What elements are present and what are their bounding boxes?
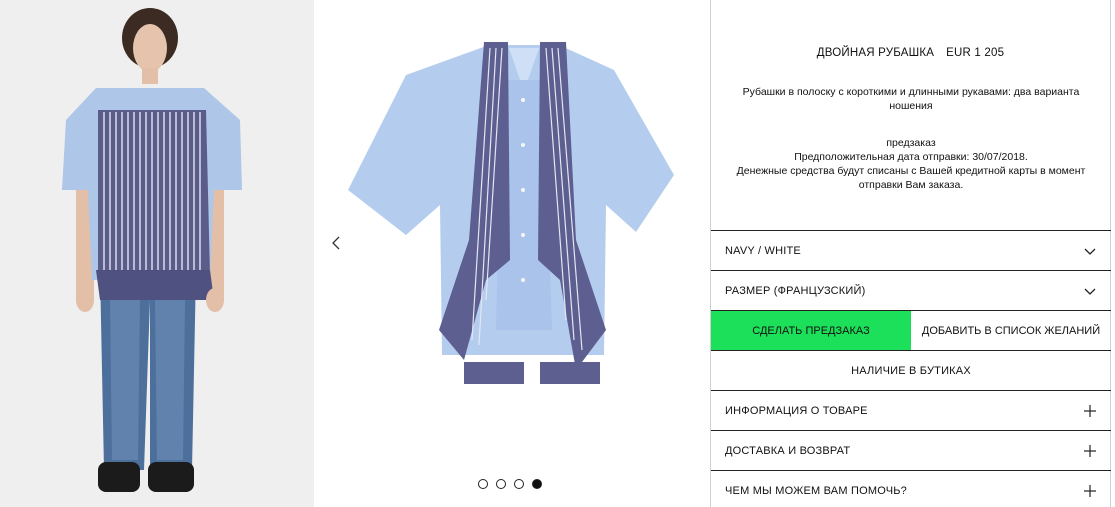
product-panel: ДВОЙНАЯ РУБАШКА EUR 1 205 Рубашки в полос… [710, 0, 1111, 507]
product-photo [314, 0, 710, 507]
gallery-dot-4[interactable] [532, 479, 542, 489]
preorder-button[interactable]: СДЕЛАТЬ ПРЕДЗАКАЗ [711, 311, 911, 350]
product-description: Рубашки в полоску с короткими и длинными… [742, 86, 1080, 112]
chevron-left-icon [332, 236, 340, 250]
color-select-value: NAVY / WHITE [725, 244, 801, 257]
model-photo [0, 0, 314, 507]
size-select-label: РАЗМЕР (ФРАНЦУЗСКИЙ) [725, 284, 866, 297]
accordion-delivery-returns[interactable]: ДОСТАВКА И ВОЗВРАТ [711, 430, 1111, 470]
plus-icon [1084, 484, 1096, 497]
product-name: ДВОЙНАЯ РУБАШКА [816, 47, 935, 59]
gallery-dot-2[interactable] [496, 479, 506, 489]
size-select[interactable]: РАЗМЕР (ФРАНЦУЗСКИЙ) [711, 270, 1111, 310]
purchase-actions: СДЕЛАТЬ ПРЕДЗАКАЗ ДОБАВИТЬ В СПИСОК ЖЕЛА… [711, 310, 1111, 350]
accordion-label: ЧЕМ МЫ МОЖЕМ ВАМ ПОМОЧЬ? [725, 484, 907, 497]
gallery-pagination [478, 479, 542, 493]
boutique-availability-label: НАЛИЧИЕ В БУТИКАХ [851, 364, 971, 377]
product-photo-illustration [314, 0, 710, 507]
charge-note: Денежные средства будут списаны с Вашей … [736, 165, 1086, 191]
plus-icon [1084, 404, 1096, 417]
product-title: ДВОЙНАЯ РУБАШКА EUR 1 205 [711, 47, 1110, 59]
gallery-dot-3[interactable] [514, 479, 524, 489]
chevron-down-icon [1084, 288, 1096, 295]
preorder-label: предзаказ [886, 137, 936, 149]
accordion-label: ДОСТАВКА И ВОЗВРАТ [725, 444, 851, 457]
gallery-dot-1[interactable] [478, 479, 488, 489]
product-price: EUR 1 205 [946, 47, 1005, 59]
model-photo-illustration [0, 0, 314, 507]
accordion-product-info[interactable]: ИНФОРМАЦИЯ О ТОВАРЕ [711, 390, 1111, 430]
preorder-info: предзаказ Предположительная дата отправк… [729, 136, 1093, 192]
gallery-prev-button[interactable] [328, 236, 344, 256]
boutique-availability-button[interactable]: НАЛИЧИЕ В БУТИКАХ [711, 350, 1111, 390]
accordion-help[interactable]: ЧЕМ МЫ МОЖЕМ ВАМ ПОМОЧЬ? [711, 470, 1111, 507]
chevron-down-icon [1084, 248, 1096, 255]
color-select[interactable]: NAVY / WHITE [711, 230, 1111, 270]
add-to-wishlist-button[interactable]: ДОБАВИТЬ В СПИСОК ЖЕЛАНИЙ [911, 311, 1111, 350]
plus-icon [1084, 444, 1096, 457]
shipping-date: Предположительная дата отправки: 30/07/2… [794, 151, 1028, 163]
accordion-label: ИНФОРМАЦИЯ О ТОВАРЕ [725, 404, 868, 417]
